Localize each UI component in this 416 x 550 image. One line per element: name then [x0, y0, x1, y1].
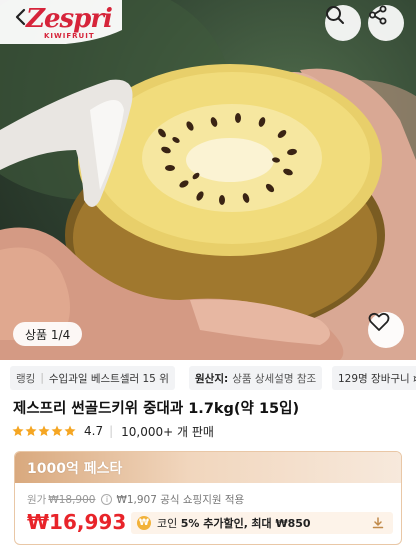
coin-icon: ₩: [137, 516, 151, 530]
product-title: 제스프리 썬골드키위 중대과 1.7kg(약 15입): [13, 401, 300, 417]
origin-chip-label: 원산지:: [195, 372, 229, 385]
ranking-chip[interactable]: 랭킹 | 수입과일 베스트셀러 15 위: [10, 366, 175, 390]
info-icon[interactable]: i: [101, 494, 113, 505]
rating-row[interactable]: 4.7 | 10,000+ 개 판매: [12, 422, 214, 440]
coin-discount-box[interactable]: ₩ 코인 5% 추가할인, 최대 ₩850: [131, 512, 393, 534]
share-icon: [369, 5, 387, 25]
ranking-chip-value: 수입과일 베스트셀러 15 위: [48, 372, 169, 385]
star-icon: [25, 425, 37, 436]
brand-logo-subtext: KIWIFRUIT: [44, 32, 95, 40]
coin-max-amount: 최대 ₩850: [251, 517, 311, 530]
cart-count-chip[interactable]: 129명 장바구니 ¤: [332, 366, 416, 390]
wishlist-button[interactable]: [368, 312, 404, 348]
original-price: ₩18,900: [48, 493, 96, 506]
back-arrow-icon: [15, 8, 26, 26]
info-chips: 랭킹 | 수입과일 베스트셀러 15 위 원산지: 상품 상세설명 참조 129…: [0, 366, 416, 390]
promo-banner[interactable]: 1000억 페스타: [15, 452, 401, 483]
product-image[interactable]: Zespri KIWIFRUIT 상품 1/4: [0, 0, 416, 360]
cart-count-chip-value: 129명 장바구니 ¤: [338, 372, 416, 385]
coin-discount-text: 코인 5% 추가할인, 최대 ₩850: [157, 515, 311, 531]
sale-price: ₩16,993: [27, 510, 127, 534]
share-button[interactable]: [368, 5, 404, 41]
coin-label: 코인: [157, 517, 178, 530]
star-icon: [64, 425, 76, 436]
coin-discount-percent: 5% 추가할인,: [180, 517, 248, 530]
sales-count: 10,000+ 개 판매: [121, 424, 214, 439]
promo-card: 1000억 페스타 원가 ₩18,900 i ₩1,907 공식 쇼핑지원 적용…: [14, 451, 402, 545]
original-price-row: 원가 ₩18,900 i ₩1,907 공식 쇼핑지원 적용: [27, 492, 244, 507]
download-icon[interactable]: [371, 516, 385, 530]
rating-value: 4.7: [84, 424, 104, 438]
origin-chip[interactable]: 원산지: 상품 상세설명 참조: [189, 366, 323, 390]
heart-icon: [368, 312, 390, 331]
back-button[interactable]: [12, 8, 42, 38]
search-button[interactable]: [325, 5, 361, 41]
original-price-label: 원가: [27, 494, 47, 506]
search-icon: [326, 6, 344, 24]
star-icon: [38, 425, 50, 436]
promo-banner-title: 1000억 페스타: [27, 460, 123, 477]
rating-stars: [12, 425, 76, 437]
kiwi-photo: [0, 0, 416, 360]
image-page-indicator: 상품 1/4: [13, 322, 83, 346]
ranking-chip-label: 랭킹: [16, 372, 36, 385]
origin-chip-value: 상품 상세설명 참조: [232, 372, 317, 385]
star-icon: [12, 425, 24, 436]
shopping-support-text: ₩1,907 공식 쇼핑지원 적용: [116, 494, 245, 506]
star-icon: [51, 425, 63, 436]
